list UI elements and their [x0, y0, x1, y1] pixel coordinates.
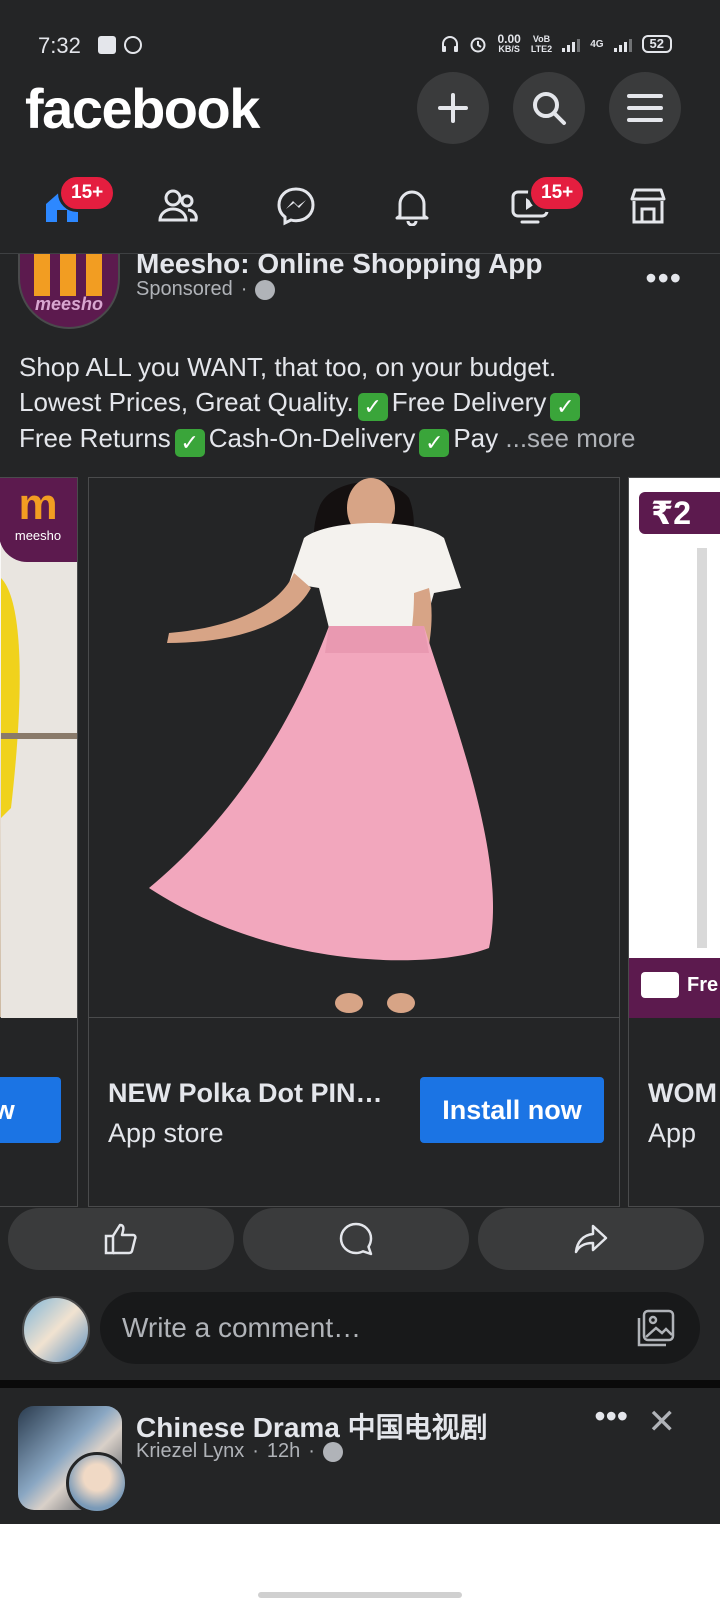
see-more-link[interactable]: ...see more [505, 423, 635, 453]
product-image: m meesho [0, 478, 77, 1018]
status-time: 7:32 [38, 33, 81, 58]
status-bar: 7:32 0.00 KB/S VoB LTE2 4G 52 [0, 0, 720, 70]
close-icon[interactable]: ✕ [648, 1402, 677, 1442]
comment-button[interactable] [243, 1208, 469, 1270]
create-button[interactable] [417, 72, 489, 144]
comment-input[interactable]: Write a comment… [100, 1292, 700, 1364]
menu-button[interactable] [609, 72, 681, 144]
search-icon [533, 92, 566, 125]
share-button[interactable] [478, 1208, 704, 1270]
page-name[interactable]: Meesho: Online Shopping App [136, 248, 543, 280]
tab-video[interactable]: 15+ [506, 174, 587, 230]
post-divider [0, 1380, 720, 1388]
like-button[interactable] [8, 1208, 234, 1270]
plus-icon [438, 93, 468, 123]
user-avatar[interactable] [22, 1296, 90, 1364]
video-badge: 15+ [528, 174, 587, 212]
volte-indicator: VoB LTE2 [530, 34, 553, 54]
tab-notifications[interactable] [388, 182, 436, 230]
like-icon [104, 1223, 137, 1255]
alarm-icon [470, 37, 486, 53]
battery-indicator: 52 [641, 35, 672, 53]
friends-icon [158, 189, 198, 222]
post-options-button[interactable]: ••• [594, 1398, 628, 1435]
post-header: meesho Meesho: Online Shopping App Spons… [0, 248, 720, 339]
carousel-card[interactable]: m meesho ow [0, 477, 78, 1207]
carousel-card[interactable]: NEW Polka Dot PIN… App store Install now [88, 477, 620, 1207]
price-tag: ₹2 [639, 492, 720, 534]
tab-messenger[interactable] [272, 182, 320, 230]
facebook-logo[interactable]: facebook [25, 76, 260, 141]
checkmark-icon: ✓ [419, 429, 450, 457]
author-avatar[interactable] [66, 1452, 128, 1514]
checkmark-icon: ✓ [550, 393, 581, 421]
card-title[interactable]: NEW Polka Dot PIN… [108, 1078, 388, 1109]
tab-marketplace[interactable] [624, 182, 672, 230]
product-image [89, 478, 619, 1018]
post-actions [0, 1208, 720, 1274]
meesho-badge: m meesho [0, 478, 77, 562]
free-delivery-banner: Fre [629, 958, 720, 1018]
post-text: Shop ALL you WANT, that too, on your bud… [19, 352, 636, 457]
sponsored-label: Sponsored · [136, 278, 276, 301]
globe-icon [322, 1441, 343, 1462]
card-subtitle: App [648, 1118, 697, 1148]
message-notification-icon [98, 36, 116, 54]
signal-1-icon [562, 36, 581, 52]
whatsapp-notification-icon [124, 36, 142, 54]
messenger-icon [277, 187, 315, 226]
checkmark-icon: ✓ [357, 393, 388, 421]
card-title[interactable]: WOM [648, 1078, 717, 1109]
network-type: 4G [590, 38, 604, 50]
post-time[interactable]: 12h [267, 1440, 300, 1463]
search-button[interactable] [513, 72, 585, 144]
comment-composer: Write a comment… [0, 1292, 720, 1382]
tab-friends[interactable] [154, 182, 202, 230]
home-indicator[interactable] [258, 1592, 462, 1598]
globe-icon [255, 279, 276, 300]
share-icon [574, 1224, 608, 1254]
post-options-button[interactable]: ••• [645, 260, 682, 297]
card-subtitle: App store [108, 1118, 224, 1148]
carousel-card[interactable]: ₹2 Fre WOM App [628, 477, 720, 1207]
home-badge: 15+ [58, 174, 117, 212]
bell-icon [395, 190, 429, 226]
install-button[interactable]: Install now [420, 1077, 604, 1143]
headphones-icon [442, 36, 459, 52]
signal-2-icon [613, 36, 632, 52]
product-image: ₹2 Fre [629, 478, 720, 1018]
author-name[interactable]: Kriezel Lynx [136, 1440, 244, 1463]
tab-home[interactable]: 15+ [38, 174, 117, 230]
next-post-header: Chinese Drama 中国电视剧 Kriezel Lynx · 12h ·… [0, 1388, 720, 1524]
marketplace-icon [630, 188, 666, 224]
nav-tabs: 15+ 15+ [0, 160, 720, 254]
ad-carousel[interactable]: m meesho ow [0, 477, 720, 1207]
post-meta: Kriezel Lynx · 12h · [136, 1440, 343, 1463]
photo-icon[interactable] [636, 1308, 676, 1348]
network-speed: 0.00 KB/S [497, 32, 521, 54]
comment-icon [339, 1222, 373, 1256]
delivery-truck-icon [641, 972, 679, 998]
install-button[interactable]: ow [0, 1077, 61, 1143]
hamburger-icon [627, 94, 663, 122]
checkmark-icon: ✓ [174, 429, 205, 457]
bottom-area [0, 1524, 720, 1600]
page-avatar[interactable]: meesho [18, 254, 120, 329]
